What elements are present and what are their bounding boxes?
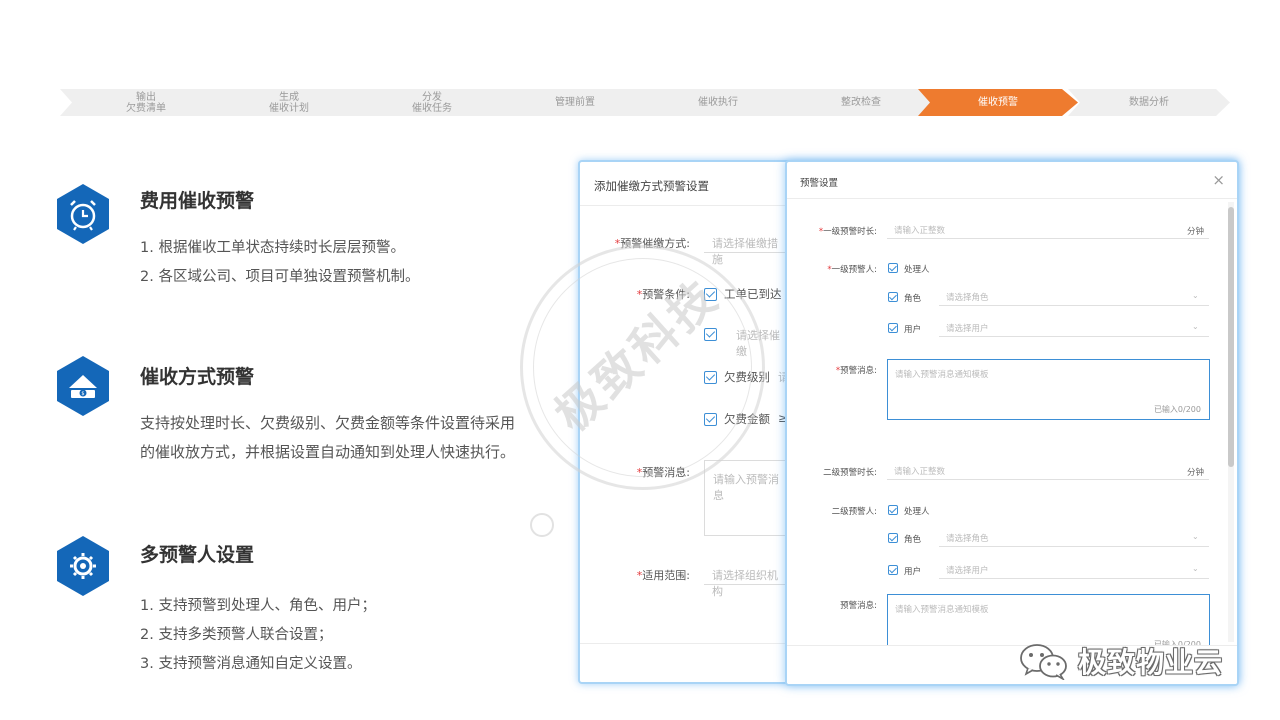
level1-duration-unit: 分钟 bbox=[1187, 227, 1205, 237]
level1-role-checkbox[interactable] bbox=[888, 292, 898, 302]
feature-list-item: 1. 根据催收工单状态持续时长层层预警。 bbox=[140, 240, 405, 256]
process-step-warning: 催收预警 bbox=[918, 89, 1078, 116]
level1-user-label: 用户 bbox=[904, 325, 922, 335]
scope-label: *适用范围: bbox=[636, 569, 690, 582]
level1-role-select[interactable]: 请选择角色 bbox=[939, 288, 1209, 306]
feature-list-item: 2. 各区域公司、项目可单独设置预警机制。 bbox=[140, 269, 420, 285]
dialog-warning-settings: 预警设置 × *一级预警时长: 请输入正整数 分钟 *一级预警人: 处理人 角色… bbox=[785, 160, 1239, 686]
wechat-icon bbox=[1020, 644, 1067, 680]
level2-user-select[interactable]: 请选择用户 bbox=[939, 561, 1209, 579]
step-line1: 输出 bbox=[136, 91, 156, 103]
level1-message-textarea[interactable]: 请输入预警消息通知模板 已输入0/200 bbox=[887, 359, 1210, 420]
level1-duration-input[interactable]: 请输入正整数 bbox=[887, 221, 1209, 239]
chevron-down-icon: ⌄ bbox=[1192, 532, 1199, 541]
level1-role-label: 角色 bbox=[904, 294, 922, 304]
level1-user-select[interactable]: 请选择用户 bbox=[939, 319, 1209, 337]
feature-list-item: 1. 支持预警到处理人、角色、用户； bbox=[140, 598, 376, 614]
step-line1: 数据分析 bbox=[1129, 97, 1169, 108]
char-count: 已输入0/200 bbox=[1153, 405, 1201, 414]
svg-text:$: $ bbox=[81, 391, 84, 397]
step-line1: 整改检查 bbox=[841, 97, 881, 108]
brand-logo: 极致物业云 bbox=[1018, 641, 1223, 681]
level2-message-label: 预警消息: bbox=[840, 601, 877, 611]
close-icon[interactable]: × bbox=[1212, 171, 1225, 189]
level1-handler-checkbox[interactable] bbox=[888, 263, 898, 273]
chevron-down-icon: ⌄ bbox=[1192, 322, 1199, 331]
level2-duration-input[interactable]: 请输入正整数 bbox=[887, 462, 1209, 480]
brand-text: 极致物业云 bbox=[1078, 646, 1224, 679]
scope-select[interactable]: 请选择组织机构 bbox=[704, 563, 788, 598]
feature-title: 多预警人设置 bbox=[140, 544, 255, 566]
slide: 输出 欠费清单 生成 催收计划 分发 催收任务 管理前置 催收执行 整改检查 催收预警 bbox=[0, 0, 1280, 720]
level2-role-label: 角色 bbox=[904, 535, 922, 545]
level2-duration-label: 二级预警时长: bbox=[823, 468, 877, 478]
scrollbar-thumb[interactable] bbox=[1228, 207, 1234, 467]
feature-list-item: 2. 支持多类预警人联合设置； bbox=[140, 627, 333, 643]
level1-duration-label: *一级预警时长: bbox=[818, 227, 877, 237]
chevron-down-icon: ⌄ bbox=[1192, 291, 1199, 300]
feature-list: 1. 支持预警到处理人、角色、用户； 2. 支持多类预警人联合设置； 3. 支持… bbox=[140, 592, 376, 679]
feature-paragraph: 支持按处理时长、欠费级别、欠费金额等条件设置待采用的催收放方式，并根据设置自动通… bbox=[140, 414, 516, 461]
method-select[interactable]: 请选择催缴措施 bbox=[704, 231, 788, 266]
dialog-title: 添加催缴方式预警设置 bbox=[594, 179, 709, 193]
chevron-down-icon: ⌄ bbox=[1192, 564, 1199, 573]
process-bar: 输出 欠费清单 生成 催收计划 分发 催收任务 管理前置 催收执行 整改检查 催收预警 bbox=[60, 89, 1230, 116]
feature-list-item: 3. 支持预警消息通知自定义设置。 bbox=[140, 656, 362, 672]
level1-user-checkbox[interactable] bbox=[888, 323, 898, 333]
step-line1: 管理前置 bbox=[555, 97, 595, 108]
feature-list: 1. 根据催收工单状态持续时长层层预警。 2. 各区域公司、项目可单独设置预警机… bbox=[140, 234, 419, 292]
feature-title: 催收方式预警 bbox=[140, 366, 255, 388]
money-upload-icon: $ bbox=[52, 355, 114, 417]
process-step-analysis: 数据分析 bbox=[1068, 89, 1230, 116]
step-line2: 催收计划 bbox=[269, 102, 309, 114]
level2-handler-checkbox[interactable] bbox=[888, 505, 898, 515]
gear-icon bbox=[52, 535, 114, 597]
feature-title: 费用催收预警 bbox=[140, 190, 255, 212]
level2-handler-label: 处理人 bbox=[904, 507, 930, 517]
level2-user-checkbox[interactable] bbox=[888, 565, 898, 575]
message-textarea[interactable]: 请输入预警消息 bbox=[704, 460, 788, 536]
step-line1: 生成 bbox=[279, 91, 299, 103]
level2-duration-unit: 分钟 bbox=[1187, 468, 1205, 478]
level1-handler-label: 处理人 bbox=[904, 265, 930, 275]
level1-message-label: *预警消息: bbox=[835, 366, 877, 376]
dialog-title: 预警设置 bbox=[800, 178, 839, 189]
dialog-header: 预警设置 × bbox=[787, 162, 1237, 199]
step-line1: 催收执行 bbox=[698, 97, 738, 108]
step-line2: 催收任务 bbox=[412, 102, 452, 114]
level2-person-label: 二级预警人: bbox=[831, 507, 877, 517]
level2-user-label: 用户 bbox=[904, 567, 922, 577]
step-line2: 欠费清单 bbox=[126, 102, 166, 114]
level2-role-select[interactable]: 请选择角色 bbox=[939, 529, 1209, 547]
decor-circle bbox=[530, 513, 554, 537]
level2-role-checkbox[interactable] bbox=[888, 533, 898, 543]
step-line1: 催收预警 bbox=[978, 97, 1018, 108]
step-line1: 分发 bbox=[422, 91, 442, 103]
alarm-clock-icon bbox=[52, 183, 114, 245]
level1-person-label: *一级预警人: bbox=[827, 265, 877, 275]
